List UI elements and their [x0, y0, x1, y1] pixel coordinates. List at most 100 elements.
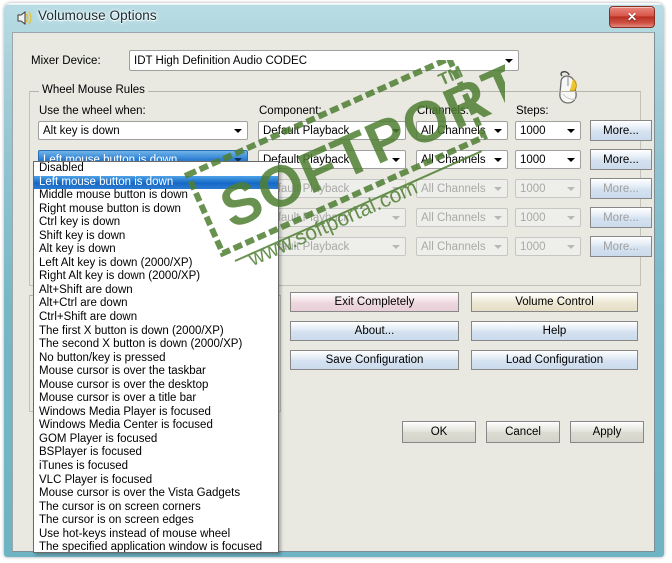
ok-button[interactable]: OK: [402, 421, 476, 443]
chevron-down-icon: [563, 240, 578, 254]
dropdown-item[interactable]: iTunes is focused: [34, 460, 278, 474]
dropdown-item[interactable]: The specified application window is focu…: [34, 541, 278, 552]
rule-row-3-more-button[interactable]: More...: [590, 178, 652, 199]
dropdown-item[interactable]: Mouse cursor is over a title bar: [34, 392, 278, 406]
rule-row-5-steps-combo[interactable]: 1000: [515, 237, 581, 256]
rule-row-3-steps-value: 1000: [520, 183, 546, 195]
dropdown-item[interactable]: The second X button is down (2000/XP): [34, 338, 278, 352]
chevron-down-icon: [388, 211, 403, 225]
chevron-down-icon[interactable]: [563, 124, 578, 138]
column-header-channels: Channels:: [417, 105, 469, 117]
rule-row-1-more-button[interactable]: More...: [590, 120, 652, 141]
dropdown-item[interactable]: Use hot-keys instead of mouse wheel: [34, 528, 278, 542]
ok-label: OK: [430, 426, 448, 438]
column-header-wheel-when: Use the wheel when:: [39, 105, 146, 117]
column-header-component: Component:: [259, 105, 322, 117]
rule-row-5-component-value: Default Playback: [263, 241, 350, 253]
rule-row-3-component-combo[interactable]: Default Playback: [258, 179, 406, 198]
rule-row-5-channels-combo[interactable]: All Channels: [416, 237, 508, 256]
dropdown-item[interactable]: Windows Media Player is focused: [34, 406, 278, 420]
rule-row-2-component-value: Default Playback: [263, 154, 350, 166]
dropdown-item[interactable]: No button/key is pressed: [34, 352, 278, 366]
rule-row-4-steps-combo[interactable]: 1000: [515, 208, 581, 227]
dropdown-item[interactable]: Shift key is down: [34, 230, 278, 244]
rule-row-2-channels-combo[interactable]: All Channels: [416, 150, 508, 169]
exit-completely-label: Exit Completely: [334, 296, 415, 308]
rule-row-5-component-combo[interactable]: Default Playback: [258, 237, 406, 256]
apply-label: Apply: [592, 426, 622, 438]
dropdown-item[interactable]: Mouse cursor is over the Vista Gadgets: [34, 487, 278, 501]
mixer-device-label: Mixer Device:: [31, 55, 101, 67]
dropdown-item[interactable]: The cursor is on screen corners: [34, 501, 278, 515]
chevron-down-icon[interactable]: [230, 124, 245, 138]
rule-row-3-steps-combo[interactable]: 1000: [515, 179, 581, 198]
apply-button[interactable]: Apply: [570, 421, 644, 443]
screenshot-root: Volumouse Options ✕ Mixer Device: IDT Hi…: [0, 0, 672, 563]
chevron-down-icon: [490, 211, 505, 225]
mixer-device-combo[interactable]: IDT High Definition Audio CODEC: [129, 50, 519, 71]
chevron-down-icon: [490, 182, 505, 196]
rule-row-1-component-combo[interactable]: Default Playback: [258, 121, 406, 140]
wheel-when-dropdown-list[interactable]: Disabled Left mouse button is down Middle …: [33, 161, 279, 553]
rule-row-2-channels-value: All Channels: [421, 154, 486, 166]
cancel-button[interactable]: Cancel: [486, 421, 560, 443]
load-configuration-button[interactable]: Load Configuration: [471, 350, 638, 370]
help-button[interactable]: Help: [471, 321, 638, 341]
rule-row-3-channels-combo[interactable]: All Channels: [416, 179, 508, 198]
dropdown-item[interactable]: Alt key is down: [34, 243, 278, 257]
chevron-down-icon[interactable]: [501, 54, 516, 68]
cancel-label: Cancel: [505, 426, 541, 438]
rule-row-2-more-button[interactable]: More...: [590, 149, 652, 170]
rule-row-4-steps-value: 1000: [520, 212, 546, 224]
chevron-down-icon[interactable]: [490, 153, 505, 167]
rule-row-4-component-combo[interactable]: Default Playback: [258, 208, 406, 227]
rule-row-1-when-combo[interactable]: Alt key is down: [38, 121, 248, 140]
save-configuration-label: Save Configuration: [325, 354, 424, 366]
dropdown-item[interactable]: Ctrl+Shift are down: [34, 311, 278, 325]
close-icon: ✕: [626, 10, 638, 24]
rule-row-2-component-combo[interactable]: Default Playback: [258, 150, 406, 169]
help-label: Help: [542, 325, 567, 337]
dropdown-item[interactable]: Alt+Shift are down: [34, 284, 278, 298]
dropdown-item[interactable]: Alt+Ctrl are down: [34, 297, 278, 311]
rule-row-1-component-value: Default Playback: [263, 125, 350, 137]
dropdown-item[interactable]: The cursor is on screen edges: [34, 514, 278, 528]
volume-control-label: Volume Control: [515, 296, 594, 308]
rule-row-4-more-button[interactable]: More...: [590, 207, 652, 228]
volume-control-button[interactable]: Volume Control: [471, 292, 638, 312]
column-header-steps: Steps:: [516, 105, 549, 117]
rule-row-1-steps-combo[interactable]: 1000: [515, 121, 581, 140]
title-bar[interactable]: Volumouse Options ✕: [4, 3, 664, 32]
dropdown-item[interactable]: Right Alt key is down (2000/XP): [34, 270, 278, 284]
dropdown-item[interactable]: Left mouse button is down: [34, 175, 278, 190]
save-configuration-button[interactable]: Save Configuration: [290, 350, 459, 370]
dropdown-item[interactable]: Right mouse button is down: [34, 203, 278, 217]
dropdown-item[interactable]: Middle mouse button is down: [34, 189, 278, 203]
rule-row-5-more-button[interactable]: More...: [590, 236, 652, 257]
dropdown-item[interactable]: The first X button is down (2000/XP): [34, 325, 278, 339]
dropdown-item[interactable]: BSPlayer is focused: [34, 446, 278, 460]
dropdown-item[interactable]: Ctrl key is down: [34, 216, 278, 230]
rule-row-4-channels-combo[interactable]: All Channels: [416, 208, 508, 227]
exit-completely-button[interactable]: Exit Completely: [290, 292, 459, 312]
rule-row-2-steps-combo[interactable]: 1000: [515, 150, 581, 169]
load-configuration-label: Load Configuration: [505, 354, 604, 366]
dropdown-item[interactable]: GOM Player is focused: [34, 433, 278, 447]
dropdown-item[interactable]: Left Alt key is down (2000/XP): [34, 257, 278, 271]
dropdown-item[interactable]: Windows Media Center is focused: [34, 419, 278, 433]
rule-row-1-steps-value: 1000: [520, 125, 546, 137]
volumouse-app-icon: [16, 10, 33, 26]
chevron-down-icon[interactable]: [388, 153, 403, 167]
chevron-down-icon[interactable]: [388, 124, 403, 138]
chevron-down-icon[interactable]: [563, 153, 578, 167]
mixer-device-value: IDT High Definition Audio CODEC: [134, 55, 307, 67]
dropdown-item[interactable]: Mouse cursor is over the taskbar: [34, 365, 278, 379]
close-button[interactable]: ✕: [609, 6, 655, 28]
about-button[interactable]: About...: [290, 321, 459, 341]
dropdown-item[interactable]: Disabled: [34, 162, 278, 176]
dropdown-item[interactable]: VLC Player is focused: [34, 474, 278, 488]
dropdown-item[interactable]: Mouse cursor is over the desktop: [34, 379, 278, 393]
about-label: About...: [354, 325, 395, 337]
chevron-down-icon[interactable]: [490, 124, 505, 138]
rule-row-1-channels-combo[interactable]: All Channels: [416, 121, 508, 140]
